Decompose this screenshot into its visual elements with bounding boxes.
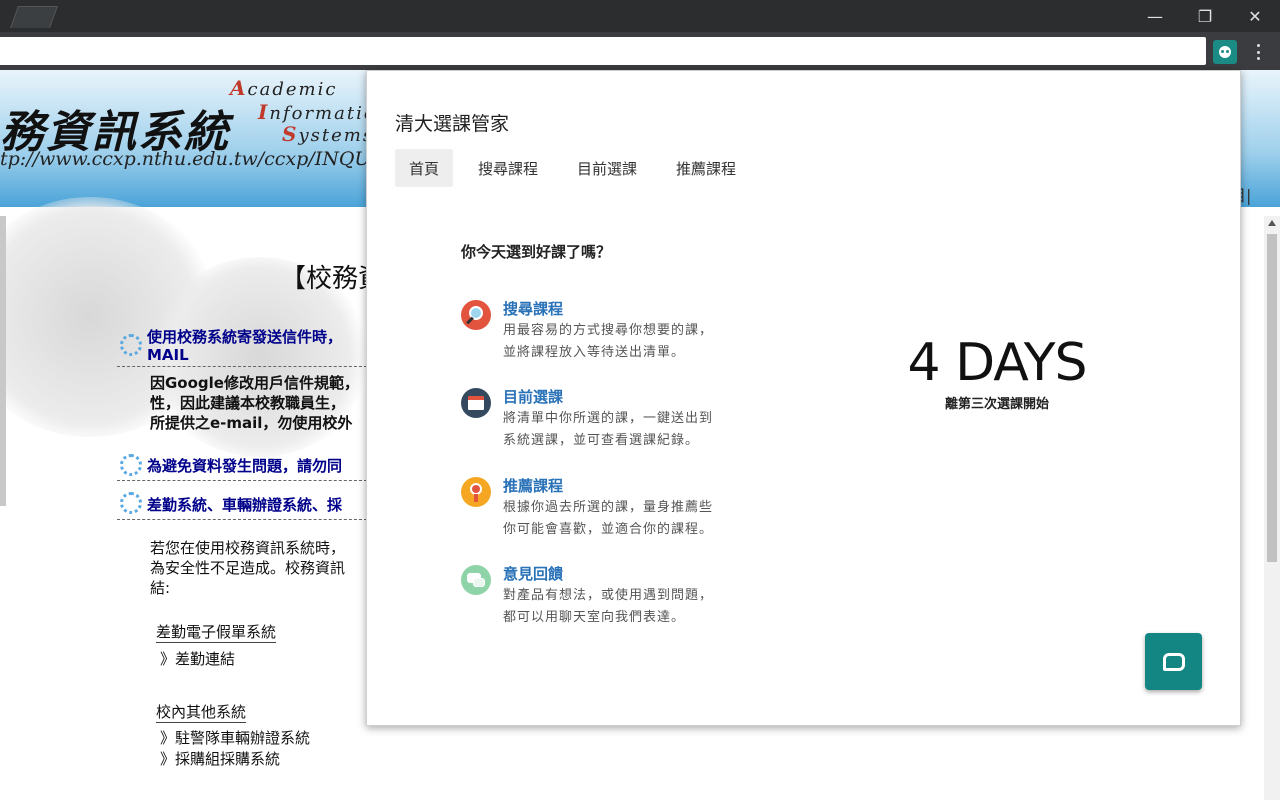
scroll-up-icon[interactable] xyxy=(1268,220,1276,226)
divider xyxy=(117,519,367,520)
countdown: 4 DAYS 離第三次選課開始 xyxy=(877,333,1117,412)
feature-title[interactable]: 目前選課 xyxy=(503,386,563,407)
chat-icon xyxy=(1162,652,1185,671)
calendar-icon xyxy=(461,388,491,418)
purchase-link[interactable]: 》採購組採購系統 xyxy=(160,748,280,769)
feature-title[interactable]: 意見回饋 xyxy=(503,563,563,584)
tab-recommended-courses[interactable]: 推薦課程 xyxy=(662,149,750,187)
page-scrollbar[interactable] xyxy=(1264,216,1280,800)
notice-paragraph-2: 若您在使用校務資訊系統時， 為安全性不足造成。校務資訊 結: xyxy=(150,539,346,597)
notice-link-1-line2[interactable]: MAIL xyxy=(147,346,189,364)
banner-en-line-1: Academic xyxy=(230,76,338,100)
browser-menu-icon[interactable] xyxy=(1248,42,1268,62)
chat-button[interactable] xyxy=(1145,633,1202,690)
loading-dots-icon xyxy=(120,454,142,476)
close-icon[interactable]: ✕ xyxy=(1230,0,1280,32)
section-title-leave[interactable]: 差勤電子假單系統 xyxy=(156,621,277,643)
browser-toolbar xyxy=(0,32,1280,70)
tab-current-courses[interactable]: 目前選課 xyxy=(563,149,651,187)
leave-link[interactable]: 》差勤連結 xyxy=(160,648,235,669)
divider xyxy=(117,366,367,367)
feature-desc: 對產品有想法，或使用遇到問題， 都可以用聊天室向我們表達。 xyxy=(503,588,714,625)
notice-link-1[interactable]: 使用校務系統寄發送信件時， xyxy=(147,326,342,347)
extension-icon[interactable] xyxy=(1213,40,1237,64)
notice-link-3[interactable]: 差勤系統、車輛辦證系統、採 xyxy=(147,494,342,515)
browser-titlebar: — ❐ ✕ xyxy=(0,0,1280,32)
notice-paragraph-1: 因Google修改用戶信件規範， 性，因此建議本校教職員生， 所提供之e-mai… xyxy=(150,374,359,432)
feature-desc: 將清單中你所選的課，一鍵送出到 系統選課，並可查看選課紀錄。 xyxy=(503,411,714,448)
loading-dots-icon xyxy=(120,334,142,356)
left-frame-scrollbar[interactable] xyxy=(0,216,6,506)
browser-tab[interactable] xyxy=(9,6,59,28)
tab-home[interactable]: 首頁 xyxy=(395,149,454,187)
extension-popup: 清大選課管家 首頁 搜尋課程 目前選課 推薦課程 你今天選到好課了嗎？ 搜尋課程… xyxy=(366,70,1241,726)
vehicle-link[interactable]: 》駐警隊車輛辦證系統 xyxy=(160,727,310,748)
panda-icon xyxy=(1219,46,1231,58)
banner-url: tp://www.ccxp.nthu.edu.tw/ccxp/INQUIR xyxy=(0,148,393,170)
welcome-question: 你今天選到好課了嗎？ xyxy=(461,243,612,261)
popup-title: 清大選課管家 xyxy=(395,113,510,135)
medal-icon xyxy=(461,477,491,507)
feature-desc: 用最容易的方式搜尋你想要的課， 並將課程放入等待送出清單。 xyxy=(503,323,714,360)
countdown-caption: 離第三次選課開始 xyxy=(944,397,1049,412)
notice-link-2[interactable]: 為避免資料發生問題，請勿同 xyxy=(147,455,342,476)
section-title-other[interactable]: 校內其他系統 xyxy=(156,701,247,723)
tab-search-courses[interactable]: 搜尋課程 xyxy=(464,149,552,187)
minimize-icon[interactable]: — xyxy=(1130,0,1180,32)
popup-tabs: 首頁 搜尋課程 目前選課 推薦課程 xyxy=(395,149,761,187)
search-icon xyxy=(461,300,491,330)
feature-desc: 根據你過去所選的課，量身推薦些 你可能會喜歡，並適合你的課程。 xyxy=(503,500,714,537)
countdown-value: 4 DAYS xyxy=(907,333,1087,393)
loading-dots-icon xyxy=(120,492,142,514)
scroll-thumb[interactable] xyxy=(1267,234,1277,562)
chat-bubbles-icon xyxy=(461,565,491,595)
feature-title[interactable]: 搜尋課程 xyxy=(503,298,563,319)
feature-title[interactable]: 推薦課程 xyxy=(503,475,563,496)
address-bar[interactable] xyxy=(0,37,1206,65)
banner-en-line-3: Systems xyxy=(282,122,375,146)
banner-en-line-2: Informatic xyxy=(258,100,376,124)
divider xyxy=(117,480,367,481)
restore-icon[interactable]: ❐ xyxy=(1180,0,1230,32)
